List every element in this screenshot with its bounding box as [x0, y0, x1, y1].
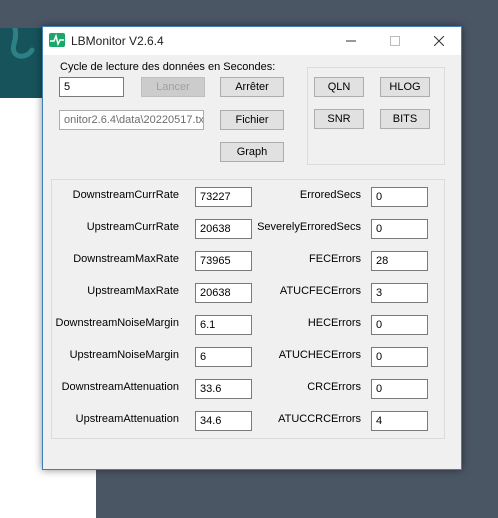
minimize-button[interactable]: [329, 27, 373, 55]
bits-button[interactable]: BITS: [380, 109, 430, 129]
snr-button[interactable]: SNR: [314, 109, 364, 129]
stat-value-field[interactable]: 33.6: [195, 379, 252, 399]
minimize-icon: [346, 40, 356, 42]
stat-label: UpstreamCurrRate: [86, 221, 179, 233]
stat-value-field[interactable]: 6.1: [195, 315, 252, 335]
file-button[interactable]: Fichier: [220, 110, 284, 130]
close-icon: [434, 36, 444, 46]
stat-value-field[interactable]: 0: [371, 379, 428, 399]
data-file-path-field[interactable]: onitor2.6.4\data\20220517.txt: [59, 110, 204, 130]
stat-value-field[interactable]: 0: [371, 315, 428, 335]
stat-value-field[interactable]: 20638: [195, 283, 252, 303]
stat-label: ATUCHECErrors: [278, 349, 361, 361]
stat-label: HECErrors: [307, 317, 361, 329]
desktop-top-band: [0, 0, 498, 28]
stat-label: DownstreamNoiseMargin: [55, 317, 180, 329]
stat-value-field[interactable]: 0: [371, 187, 428, 207]
stat-label: FECErrors: [309, 253, 361, 265]
stat-label: DownstreamCurrRate: [72, 189, 179, 201]
close-button[interactable]: [417, 27, 461, 55]
start-button[interactable]: Lancer: [141, 77, 205, 97]
stat-value-field[interactable]: 0: [371, 347, 428, 367]
stat-value-field[interactable]: 73965: [195, 251, 252, 271]
cycle-seconds-input[interactable]: 5: [59, 77, 124, 97]
stat-value-field[interactable]: 34.6: [195, 411, 252, 431]
stat-label: DownstreamAttenuation: [61, 381, 179, 393]
statistics-group: [51, 179, 445, 439]
stat-label: UpstreamNoiseMargin: [69, 349, 179, 361]
window-title: LBMonitor V2.6.4: [71, 34, 164, 48]
stat-value-field[interactable]: 73227: [195, 187, 252, 207]
stat-value-field[interactable]: 4: [371, 411, 428, 431]
stat-label: UpstreamAttenuation: [75, 413, 179, 425]
stat-value-field[interactable]: 28: [371, 251, 428, 271]
maximize-icon: [390, 36, 400, 46]
app-pulse-icon: [49, 33, 65, 47]
stat-value-field[interactable]: 0: [371, 219, 428, 239]
graph-button[interactable]: Graph: [220, 142, 284, 162]
stat-label: ATUCCRCErrors: [278, 413, 361, 425]
hlog-button[interactable]: HLOG: [380, 77, 430, 97]
stat-label: CRCErrors: [307, 381, 361, 393]
stat-value-field[interactable]: 20638: [195, 219, 252, 239]
stop-button[interactable]: Arrêter: [220, 77, 284, 97]
title-bar[interactable]: LBMonitor V2.6.4: [43, 27, 461, 55]
stat-label: UpstreamMaxRate: [87, 285, 179, 297]
stat-label: ATUCFECErrors: [279, 285, 361, 297]
cycle-label: Cycle de lecture des données en Secondes…: [60, 61, 276, 73]
stat-label: DownstreamMaxRate: [73, 253, 179, 265]
stat-label: SeverelyErroredSecs: [257, 221, 361, 233]
maximize-button[interactable]: [373, 27, 417, 55]
qln-button[interactable]: QLN: [314, 77, 364, 97]
stat-value-field[interactable]: 3: [371, 283, 428, 303]
stat-value-field[interactable]: 6: [195, 347, 252, 367]
stat-label: ErroredSecs: [299, 189, 361, 201]
lbmonitor-window: LBMonitor V2.6.4 Cycle de lecture des do…: [42, 26, 462, 470]
